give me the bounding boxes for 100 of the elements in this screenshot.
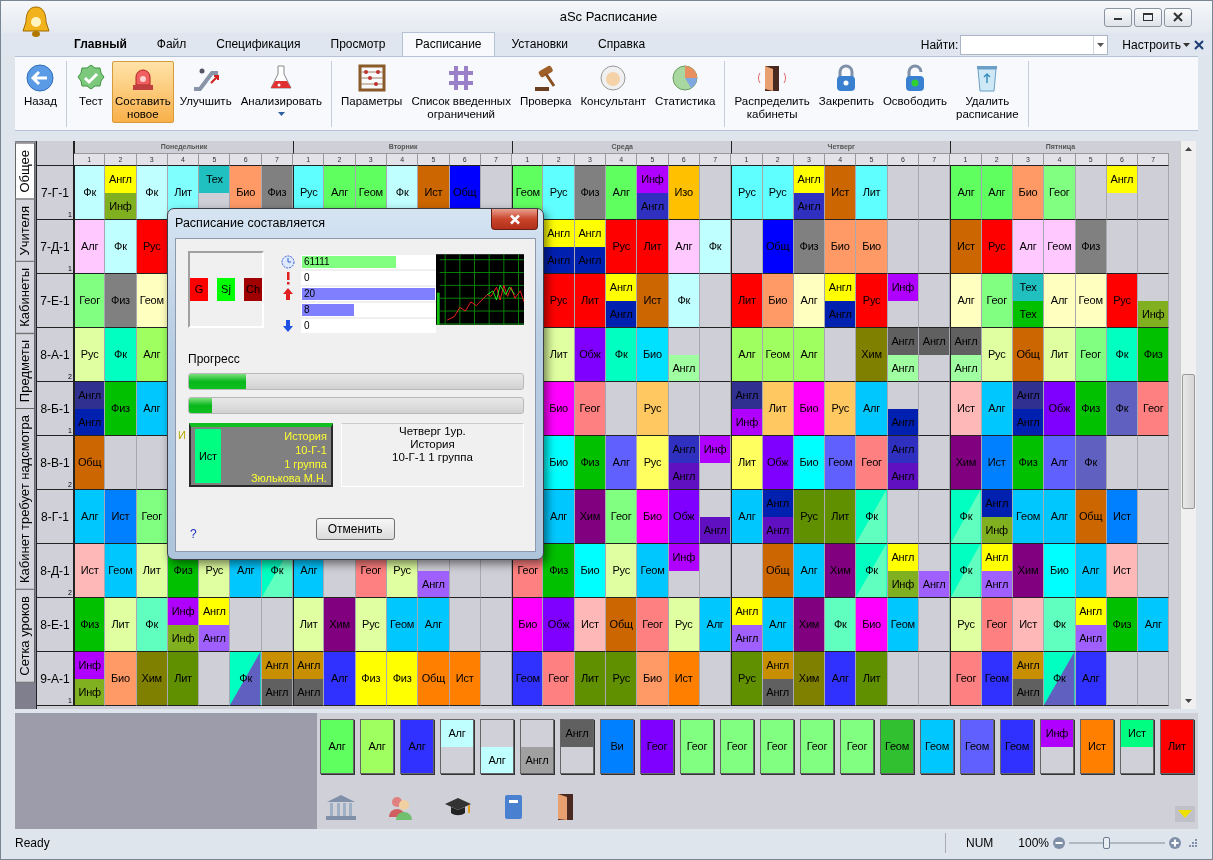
lesson-card[interactable]: Инф (1041, 720, 1073, 747)
class-name[interactable]: 7-Е-1 (37, 274, 74, 328)
lesson-card[interactable]: Био (637, 490, 668, 543)
lesson-card[interactable]: Инф (637, 166, 668, 193)
lesson-card[interactable]: Алг (856, 382, 887, 435)
lesson-card[interactable]: Рус (543, 166, 574, 219)
lesson-card[interactable]: Алг (136, 382, 167, 435)
lesson-card[interactable]: Геог (543, 652, 574, 705)
side-tab[interactable]: Общее (15, 143, 35, 200)
lesson-card[interactable]: Общ (606, 598, 637, 651)
lesson-card[interactable]: Инф (668, 544, 699, 571)
lesson-card[interactable]: Ист (75, 544, 105, 597)
lesson-card[interactable]: Физ (355, 652, 386, 705)
lesson-card[interactable]: Физ (1075, 220, 1106, 273)
lesson-card[interactable]: Алг (981, 166, 1012, 219)
lesson-card[interactable]: Англ (543, 220, 574, 247)
slider-thumb[interactable] (1103, 837, 1111, 849)
lesson-card[interactable]: Инф (887, 274, 918, 301)
lesson-card[interactable]: Рус (793, 490, 825, 543)
lesson-card[interactable]: Алг (732, 328, 762, 381)
lesson-card[interactable]: Алг (793, 274, 825, 327)
lesson-card[interactable]: Тех (199, 166, 230, 193)
lesson-card[interactable]: Геог (606, 490, 637, 543)
lesson-card[interactable]: Лит (574, 652, 606, 705)
lesson-card[interactable]: Рус (1106, 274, 1138, 327)
lesson-card[interactable]: Рус (606, 544, 637, 597)
lesson-card[interactable]: Англ (105, 166, 136, 193)
lesson-card[interactable]: Англ (951, 354, 981, 381)
ribbon-tab[interactable]: Справка (585, 32, 659, 56)
lesson-card[interactable]: Фк (105, 328, 136, 381)
lesson-card[interactable]: Англ (762, 652, 793, 679)
lesson-card[interactable]: Алг (793, 328, 825, 381)
lesson-card[interactable]: Алг (1138, 598, 1169, 651)
lesson-card[interactable]: Лит (732, 436, 762, 489)
lesson-card[interactable]: Алг (606, 166, 637, 219)
close-button[interactable] (491, 209, 538, 230)
side-tab[interactable]: Сетка уроков (15, 589, 35, 683)
lesson-card[interactable]: Геог (75, 274, 105, 327)
lesson-card[interactable]: Англ (793, 166, 825, 193)
lesson-card[interactable]: Геог (1044, 166, 1075, 219)
lesson-card[interactable]: Общ (75, 436, 105, 489)
lesson-card[interactable]: Физ (543, 544, 574, 597)
lesson-card[interactable]: Физ (574, 166, 606, 219)
lesson-card[interactable]: Алг (762, 598, 793, 651)
lesson-card[interactable]: Алг (668, 220, 699, 273)
lesson-card[interactable]: Алг (793, 544, 825, 597)
lesson-card[interactable]: Геом (887, 598, 918, 651)
lesson-card[interactable]: Фк (1106, 328, 1138, 381)
toolbar-button[interactable]: Составить новое (111, 61, 174, 123)
lesson-card[interactable]: Англ (199, 624, 230, 651)
lesson-card[interactable]: Геом (961, 720, 993, 773)
toolbar-button[interactable]: Анализировать (237, 61, 326, 120)
ribbon-tab[interactable]: Расписание (402, 32, 495, 56)
lesson-card[interactable]: Рус (637, 436, 668, 489)
lesson-card[interactable]: Ист (105, 490, 136, 543)
lesson-card[interactable]: Лит (294, 598, 324, 651)
lesson-card[interactable]: Хим (136, 652, 167, 705)
lesson-card[interactable]: Физ (1012, 436, 1044, 489)
side-tab[interactable]: Предметы (15, 332, 35, 410)
lesson-card[interactable]: Био (793, 436, 825, 489)
lesson-card[interactable]: Алг (361, 720, 393, 773)
lesson-card[interactable]: Рус (981, 220, 1012, 273)
lesson-card[interactable]: Ист (195, 429, 221, 483)
lesson-card[interactable]: Лит (105, 598, 136, 651)
lesson-card[interactable]: Рус (668, 598, 699, 651)
lesson-card[interactable]: Фк (136, 598, 167, 651)
lesson-card[interactable]: Фк (668, 274, 699, 327)
lesson-card[interactable]: Био (856, 598, 887, 651)
toolbar-button[interactable]: Консультант (577, 61, 650, 110)
ribbon-tab[interactable]: Файл (143, 32, 200, 56)
lesson-card[interactable]: Англ (1075, 598, 1106, 625)
ribbon-tab[interactable]: Установки (498, 32, 581, 56)
lesson-card[interactable]: Био (513, 598, 543, 651)
class-name[interactable]: 8-Е-1 (37, 598, 74, 652)
lesson-card[interactable]: Алг (75, 490, 105, 543)
lesson-card[interactable]: Рус (637, 382, 668, 435)
lesson-card[interactable]: Алг (981, 382, 1012, 435)
app-menu-tab[interactable]: Главный (61, 32, 140, 56)
lesson-card[interactable]: Физ (105, 274, 136, 327)
lesson-card[interactable]: Алг (606, 436, 637, 489)
lesson-card[interactable]: Геом (1012, 490, 1044, 543)
lesson-card[interactable]: Ист (1121, 720, 1153, 747)
lesson-card[interactable]: Лит (856, 166, 887, 219)
lesson-card[interactable]: Фк (951, 544, 981, 597)
lesson-card[interactable]: Лит (1161, 720, 1193, 773)
lesson-card[interactable]: Англ (606, 274, 637, 301)
cancel-button[interactable]: Отменить (315, 518, 395, 540)
lesson-card[interactable]: Англ (1012, 652, 1044, 679)
lesson-card[interactable]: Лит (856, 652, 887, 705)
lesson-card[interactable]: Физ (574, 436, 606, 489)
toolbar-button[interactable]: Распределить кабинеты (731, 61, 813, 123)
lesson-card[interactable]: Фк (1075, 436, 1106, 489)
lesson-card[interactable]: Инф (732, 408, 762, 435)
lesson-card[interactable]: Рус (75, 328, 105, 381)
lesson-card[interactable]: Инф (1138, 300, 1169, 327)
maximize-button[interactable] (1134, 7, 1162, 27)
lesson-card[interactable]: Инф (167, 598, 199, 625)
lesson-card[interactable]: Изо (668, 166, 699, 219)
close-button[interactable] (1164, 7, 1192, 27)
lesson-card[interactable]: Фк (699, 220, 731, 273)
